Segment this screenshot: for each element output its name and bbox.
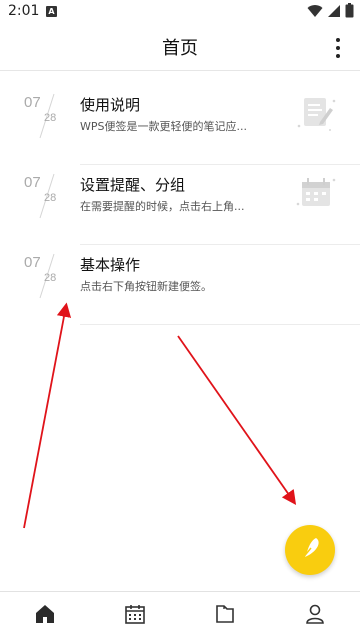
new-note-button[interactable] (285, 525, 335, 575)
status-icons (307, 2, 354, 22)
date-day: 28 (44, 112, 57, 124)
status-bar: 2:01 A (0, 0, 360, 24)
note-item[interactable]: 07 28 基本操作 点击右下角按钮新建便签。 (0, 246, 360, 326)
nav-calendar[interactable] (90, 592, 180, 639)
feather-pen-icon (297, 535, 323, 565)
note-date: 07 28 (20, 166, 64, 226)
note-title: 使用说明 (80, 96, 141, 114)
more-options-button[interactable] (334, 38, 342, 58)
status-time: 2:01 (8, 3, 40, 19)
date-day: 28 (44, 192, 57, 204)
note-date: 07 28 (20, 246, 64, 306)
calendar-icon (124, 603, 146, 629)
annotation-arrow-down (177, 335, 297, 505)
wifi-icon (307, 3, 323, 22)
signal-icon (327, 3, 341, 22)
battery-icon (345, 2, 354, 22)
annotation-arrow-up (23, 302, 72, 529)
note-preview: 在需要提醒的时候，点击右上角... (80, 200, 245, 213)
app-header: 首页 (0, 24, 360, 70)
note-preview: 点击右下角按钮新建便签。 (80, 280, 212, 293)
notification-badge: A (46, 6, 57, 17)
home-icon (34, 603, 56, 629)
nav-profile[interactable] (270, 592, 360, 639)
note-title: 设置提醒、分组 (80, 176, 186, 194)
profile-icon (304, 603, 326, 629)
note-item[interactable]: 07 28 使用说明 WPS便签是一款更轻便的笔记应... (0, 86, 360, 166)
note-divider (80, 164, 360, 165)
bottom-nav (0, 591, 360, 639)
nav-home[interactable] (0, 592, 90, 639)
page-title: 首页 (162, 38, 198, 59)
note-item[interactable]: 07 28 设置提醒、分组 在需要提醒的时候，点击右上角... (0, 166, 360, 246)
more-vertical-icon (336, 38, 340, 42)
note-title: 基本操作 (80, 256, 141, 274)
note-divider (80, 324, 360, 325)
date-day: 28 (44, 272, 57, 284)
calendar-icon (294, 172, 338, 216)
note-divider (80, 244, 360, 245)
nav-folder[interactable] (180, 592, 270, 639)
note-preview: WPS便签是一款更轻便的笔记应... (80, 120, 247, 133)
note-date: 07 28 (20, 86, 64, 146)
header-divider (0, 70, 360, 71)
note-edit-icon (294, 92, 338, 136)
folder-icon (214, 603, 236, 629)
